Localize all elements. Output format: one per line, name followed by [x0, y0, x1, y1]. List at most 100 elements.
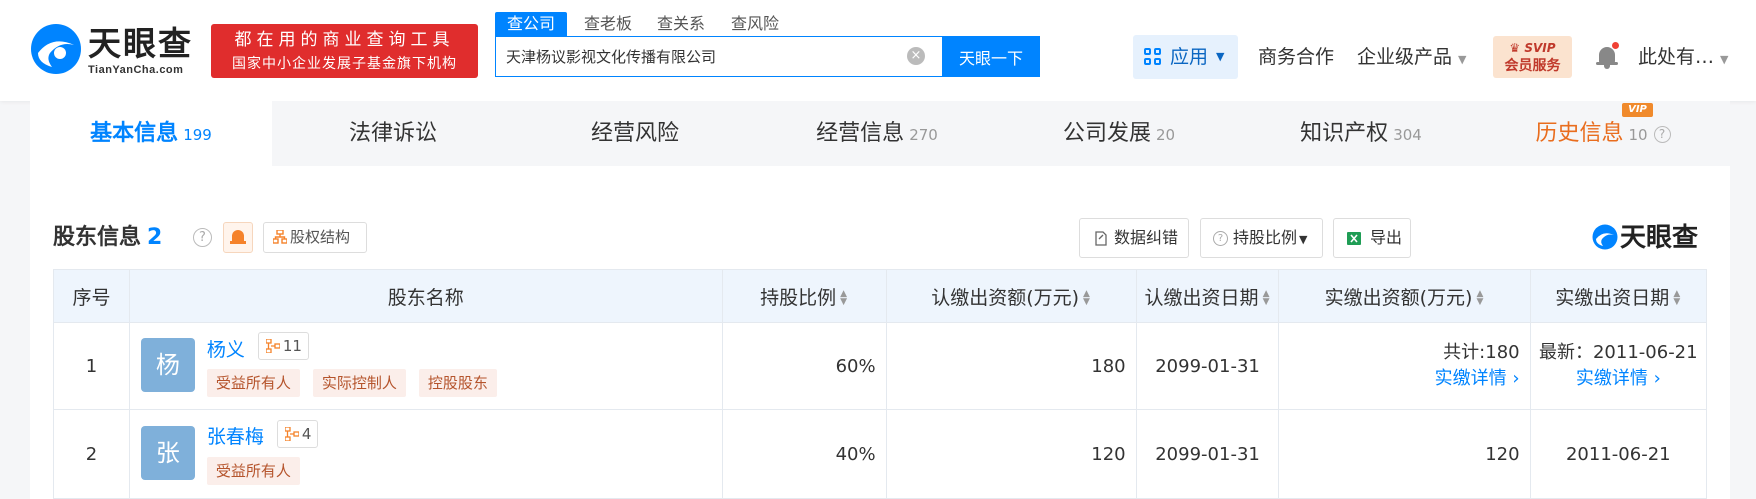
logo-wordmark: 天眼查 [88, 24, 193, 63]
tab-ip[interactable]: 知识产权 304 [1240, 101, 1482, 166]
holder-cell: 张 张春梅 4 受益所有人 [128, 409, 723, 499]
col-subscribed-label: 认缴出资额(万元) [931, 286, 1080, 309]
col-paid-date[interactable]: 实缴出资日期 ▲ ▼ [1529, 269, 1708, 323]
help-icon[interactable]: ? [193, 228, 212, 247]
app-menu-button[interactable]: 应用 ▼ [1133, 35, 1238, 79]
tab-count: 199 [183, 126, 212, 144]
tab-count: 270 [909, 126, 938, 144]
caret-down-icon: ▼ [1458, 53, 1467, 66]
subscribed-cell: 120 [885, 409, 1137, 499]
main-tabs: 基本信息 199 法律诉讼 经营风险 经营信息 270 公司发展 20 知识产权 304… [30, 101, 1730, 166]
vip-tag: VIP [1622, 103, 1653, 117]
relation-graph-icon [284, 427, 299, 441]
paid-date-cell: 最新：2011-06-21 实缴详情 › [1529, 322, 1708, 410]
equity-structure-button[interactable]: 股权结构 [263, 222, 367, 253]
tab-development[interactable]: 公司发展 20 [998, 101, 1240, 166]
holder-name-link[interactable]: 杨义 [207, 335, 245, 362]
slogan-banner: 都在用的商业查询工具 国家中小企业发展子基金旗下机构 [211, 24, 478, 78]
user-menu[interactable]: 此处有… ▼ [1638, 35, 1728, 79]
brand-text: 天眼查 [1620, 223, 1699, 253]
relation-count-badge[interactable]: 11 [257, 332, 309, 360]
search-tab-company[interactable]: 查公司 [495, 12, 568, 36]
search-tab-relation[interactable]: 查关系 [657, 12, 705, 36]
monitor-bell-button[interactable] [223, 222, 253, 253]
top-header: 天眼查 TianYanCha.com 都在用的商业查询工具 国家中小企业发展子基… [0, 0, 1756, 101]
ratio-cell: 60% [721, 322, 887, 410]
nav-business-cooperation[interactable]: 商务合作 [1258, 35, 1334, 79]
col-subscribed-date-label: 认缴出资日期 [1144, 286, 1259, 309]
tab-label: 历史信息 [1535, 121, 1624, 146]
col-paid-label: 实缴出资额(万元) [1324, 286, 1473, 309]
clear-icon[interactable]: × [907, 47, 925, 65]
eye-logo-icon [1592, 224, 1618, 250]
tab-count: 10 [1628, 126, 1648, 144]
section-title-text: 股东信息 [53, 225, 142, 250]
export-label: 导出 [1370, 228, 1403, 247]
paid-date-cell: 2011-06-21 [1529, 409, 1708, 499]
document-edit-icon [1095, 231, 1107, 246]
tab-history[interactable]: 历史信息 10? [1482, 101, 1724, 166]
col-subscribed[interactable]: 认缴出资额(万元) ▲ ▼ [885, 269, 1137, 323]
sort-icon: ▲ ▼ [840, 289, 848, 307]
col-paid[interactable]: 实缴出资额(万元) ▲ ▼ [1278, 269, 1531, 323]
tag-beneficial-owner: 受益所有人 [206, 369, 300, 397]
notification-bell-icon[interactable] [1596, 42, 1619, 70]
chevron-right-icon: › [1512, 368, 1520, 389]
equity-structure-label: 股权结构 [290, 228, 351, 246]
tab-label: 经营信息 [816, 121, 905, 146]
table-row: 2 张 张春梅 4 受益所有人 40% 120 2099-01-31 120 2… [53, 409, 1708, 499]
tab-count: 20 [1155, 126, 1176, 144]
paid-cell: 共计:180 实缴详情 › [1278, 322, 1531, 410]
data-correction-label: 数据纠错 [1114, 228, 1179, 247]
tab-label: 法律诉讼 [348, 121, 437, 146]
svip-label: ♛ SVIP [1509, 41, 1556, 55]
avatar[interactable]: 张 [140, 426, 195, 480]
paid-date-detail-link[interactable]: 实缴详情 › [1531, 366, 1706, 392]
shareholder-count: 2 [147, 225, 163, 250]
tab-count: 304 [1393, 126, 1422, 144]
eye-logo-icon [31, 24, 81, 74]
holder-name-link[interactable]: 张春梅 [207, 422, 264, 449]
shareholder-table: 序号 股东名称 持股比例 ▲ ▼ 认缴出资额(万元) ▲ ▼ 认缴出资日期 ▲ ▼ 实缴出资… [53, 269, 1708, 499]
col-subscribed-date[interactable]: 认缴出资日期 ▲ ▼ [1135, 269, 1280, 323]
app-menu-label: 应用 [1170, 46, 1209, 68]
search-button[interactable]: 天眼一下 [942, 36, 1040, 77]
svip-member-button[interactable]: ♛ SVIP 会员服务 [1493, 36, 1572, 78]
svip-text: SVIP [1524, 41, 1556, 55]
tab-operation[interactable]: 经营信息 270 [756, 101, 998, 166]
table-row: 1 杨 杨义 11 受益所有人 实际控制人 控股股东 60% 180 2099-… [53, 322, 1708, 410]
caret-down-icon: ▼ [1299, 233, 1308, 246]
ratio-cell: 40% [721, 409, 887, 499]
sort-icon: ▲ ▼ [1083, 289, 1090, 307]
main-card: 基本信息 199 法律诉讼 经营风险 经营信息 270 公司发展 20 知识产权 304… [30, 101, 1730, 499]
unread-dot [1612, 42, 1619, 49]
nav-enterprise-label: 企业级产品 [1357, 46, 1453, 68]
holder-cell: 杨 杨义 11 受益所有人 实际控制人 控股股东 [128, 322, 723, 410]
member-service-label: 会员服务 [1504, 58, 1561, 74]
caret-down-icon: ▼ [1216, 50, 1225, 63]
chevron-right-icon: › [1653, 368, 1661, 389]
search-box: × [495, 36, 942, 77]
data-correction-button[interactable]: 数据纠错 [1079, 218, 1189, 258]
nav-enterprise-products[interactable]: 企业级产品 ▼ [1357, 35, 1466, 79]
tianyancha-logo[interactable]: 天眼查 TianYanCha.com [30, 22, 210, 76]
search-tab-boss[interactable]: 查老板 [584, 12, 632, 36]
subscribed-date-cell: 2099-01-31 [1135, 322, 1280, 410]
logo-domain: TianYanCha.com [88, 64, 184, 76]
col-ratio-label: 持股比例 [760, 286, 837, 309]
tab-basic-info[interactable]: 基本信息 199 [30, 101, 272, 166]
paid-date-latest: 最新：2011-06-21 [1538, 342, 1698, 363]
help-icon[interactable]: ? [1653, 125, 1671, 143]
search-tab-risk[interactable]: 查风险 [731, 12, 779, 36]
tab-risk[interactable]: 经营风险 [514, 101, 756, 166]
export-button[interactable]: 导出 [1333, 218, 1411, 258]
search-input[interactable] [506, 37, 896, 76]
relation-count-badge[interactable]: 4 [276, 420, 319, 448]
tab-legal[interactable]: 法律诉讼 [272, 101, 514, 166]
col-ratio[interactable]: 持股比例 ▲ ▼ [721, 269, 887, 323]
paid-detail-link[interactable]: 实缴详情 › [1279, 366, 1520, 392]
tag-beneficial-owner: 受益所有人 [206, 457, 300, 485]
ratio-filter-button[interactable]: ? 持股比例 ▼ [1200, 218, 1323, 258]
avatar[interactable]: 杨 [140, 338, 195, 392]
paid-detail-label: 实缴详情 [1434, 368, 1507, 389]
